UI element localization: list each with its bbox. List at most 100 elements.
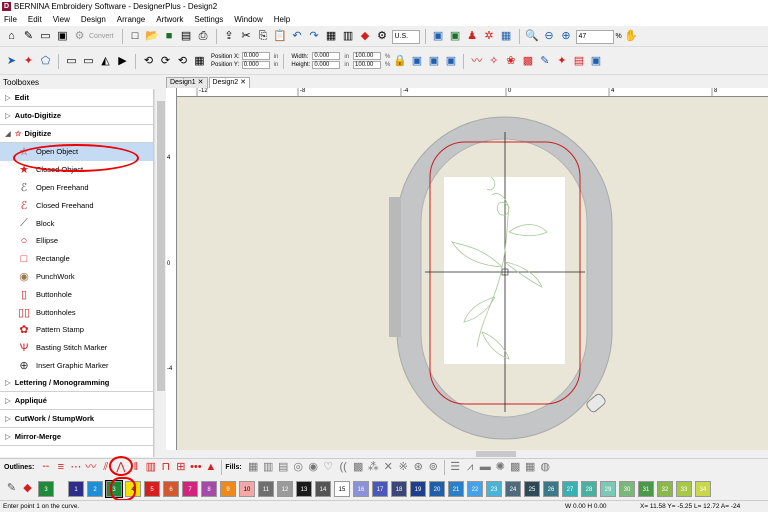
motif-fill-icon[interactable]: ⁂	[366, 460, 381, 475]
align-icon[interactable]: ⟲	[175, 54, 190, 69]
menu-arrange[interactable]: Arrange	[117, 15, 145, 24]
color-swatch[interactable]: 9	[220, 480, 236, 497]
copy-icon[interactable]: ⎘	[256, 29, 271, 44]
settings-icon[interactable]: ⚙	[375, 29, 390, 44]
color-swatch[interactable]: 28	[581, 480, 597, 497]
color-swatch[interactable]: 31	[638, 480, 654, 497]
color-swatch[interactable]: 22	[467, 480, 483, 497]
tool-block[interactable]: ⟋ Block	[0, 214, 153, 232]
menu-design[interactable]: Design	[81, 15, 106, 24]
color-swatch[interactable]: 33	[676, 480, 692, 497]
color-swatch[interactable]: 8	[201, 480, 217, 497]
design-icon[interactable]: ❀	[503, 54, 518, 69]
section-applique[interactable]: ▷ Appliqué	[0, 392, 153, 411]
tab-design1[interactable]: Design1 ✕	[166, 77, 208, 88]
undo-icon[interactable]: ↶	[290, 29, 305, 44]
color-swatch[interactable]: 11	[258, 480, 274, 497]
motif-run-icon[interactable]: •••	[188, 460, 203, 475]
curved-fill-icon[interactable]: ⩘	[463, 460, 478, 475]
section-auto-digitize[interactable]: ▷ Auto-Digitize	[0, 107, 153, 125]
crafts-icon[interactable]: ▤	[571, 54, 586, 69]
cut-icon[interactable]: ✂	[239, 29, 254, 44]
sequin-icon[interactable]: ⊚	[426, 460, 441, 475]
color-swatch[interactable]: 20	[429, 480, 445, 497]
canvas-horizontal-scrollbar[interactable]	[166, 450, 768, 458]
height-percent-field[interactable]: 100.00	[353, 61, 382, 69]
color-swatch[interactable]: 21	[448, 480, 464, 497]
section-cutwork[interactable]: ▷ CutWork / StumpWork	[0, 410, 153, 429]
toolbox-scrollbar[interactable]	[154, 89, 166, 457]
tool-basting-stitch-marker[interactable]: Ѱ Basting Stitch Marker	[0, 339, 153, 357]
color-swatch[interactable]: 7	[182, 480, 198, 497]
tab-design2[interactable]: Design2 ✕	[208, 77, 251, 88]
color-swatch[interactable]: 1	[68, 480, 84, 497]
candlewick-icon[interactable]: 〰	[83, 460, 98, 475]
convert-label[interactable]: Convert	[89, 33, 114, 40]
section-mirror-merge[interactable]: ▷ Mirror-Merge	[0, 428, 153, 447]
width-field[interactable]: 0.000	[312, 52, 341, 60]
object-properties-icon[interactable]: ▣	[409, 54, 424, 69]
satin-fill-icon[interactable]: ▥	[261, 460, 276, 475]
color-swatch[interactable]: 3	[38, 480, 54, 497]
cross-stitch-icon[interactable]: ✕	[381, 460, 396, 475]
color-swatch[interactable]: 2	[87, 480, 103, 497]
mirror-icon[interactable]: ◭	[98, 54, 113, 69]
section-lettering[interactable]: ▷ Lettering / Monogramming	[0, 374, 153, 393]
pattern-fill-icon[interactable]: ◎	[291, 460, 306, 475]
weave-icon[interactable]: ▩	[508, 460, 523, 475]
sculpture-icon[interactable]: ▲	[203, 460, 218, 475]
menu-settings[interactable]: Settings	[194, 15, 223, 24]
proportional-lock-icon[interactable]: 🔒	[392, 54, 407, 69]
width-percent-field[interactable]: 100.00	[353, 52, 382, 60]
quilt-icon[interactable]: ✦	[554, 54, 569, 69]
lock-icon[interactable]: ⟲	[141, 54, 156, 69]
menu-window[interactable]: Window	[234, 15, 262, 24]
tatami-fill-icon[interactable]: ▦	[246, 460, 261, 475]
color-swatch[interactable]: 27	[562, 480, 578, 497]
stitch-player-icon[interactable]: ✲	[482, 29, 497, 44]
hoop-icon[interactable]: ▥	[341, 29, 356, 44]
new-icon[interactable]: □	[128, 29, 143, 44]
tool-rectangle[interactable]: □ Rectangle	[0, 250, 153, 268]
units-select[interactable]: U.S.	[391, 29, 420, 44]
close-icon[interactable]: ✕	[198, 79, 204, 86]
position-y-field[interactable]: 0.000	[241, 61, 270, 69]
color-swatch[interactable]: 32	[657, 480, 673, 497]
stitch-view-icon[interactable]: ▣	[55, 29, 70, 44]
step-fill-icon[interactable]: ▤	[276, 460, 291, 475]
section-digitize[interactable]: ◢ ☆ Digitize	[0, 125, 153, 143]
e-stitch-icon[interactable]: ⊞	[173, 460, 188, 475]
tool-pattern-stamp[interactable]: ✿ Pattern Stamp	[0, 321, 153, 339]
stitch-type-icon[interactable]: 〰	[469, 54, 484, 69]
color-swatch[interactable]: 13	[296, 480, 312, 497]
rotate-icon[interactable]: ⟳	[158, 54, 173, 69]
zoom-icon[interactable]: 🔍	[525, 29, 540, 44]
save-icon[interactable]: ■	[162, 29, 177, 44]
design-canvas[interactable]	[177, 97, 768, 450]
export-icon[interactable]: ⇪	[222, 29, 237, 44]
color-swatch[interactable]: 25	[524, 480, 540, 497]
color-swatch[interactable]: 17	[372, 480, 388, 497]
grid-view-icon[interactable]: ▦	[499, 29, 514, 44]
contour-fill-icon[interactable]: ♡	[321, 460, 336, 475]
fancy-fill-icon[interactable]: ▩	[351, 460, 366, 475]
artwork-icon[interactable]: ▭	[38, 29, 53, 44]
color-swatch[interactable]: 15	[334, 480, 350, 497]
user-icon[interactable]: ♟	[465, 29, 480, 44]
tool-punchwork[interactable]: ◉ PunchWork	[0, 268, 153, 286]
color-swatch[interactable]: 10	[239, 480, 255, 497]
redo-icon[interactable]: ↷	[307, 29, 322, 44]
color-fill-icon[interactable]: ◆	[20, 481, 35, 496]
trace-icon[interactable]: ▣	[588, 54, 603, 69]
tool-buttonhole[interactable]: ▯ Buttonhole	[0, 285, 153, 303]
color-swatch[interactable]: 5	[144, 480, 160, 497]
menu-file[interactable]: File	[4, 15, 17, 24]
overview-icon[interactable]: ▣	[426, 54, 441, 69]
flower-icon[interactable]: ✺	[493, 460, 508, 475]
grid-icon[interactable]: ▦	[324, 29, 339, 44]
menu-view[interactable]: View	[53, 15, 70, 24]
position-x-field[interactable]: 0.000	[241, 52, 270, 60]
tool-buttonholes[interactable]: ▯▯ Buttonholes	[0, 303, 153, 321]
menu-artwork[interactable]: Artwork	[156, 15, 183, 24]
stipple-icon[interactable]: ※	[396, 460, 411, 475]
